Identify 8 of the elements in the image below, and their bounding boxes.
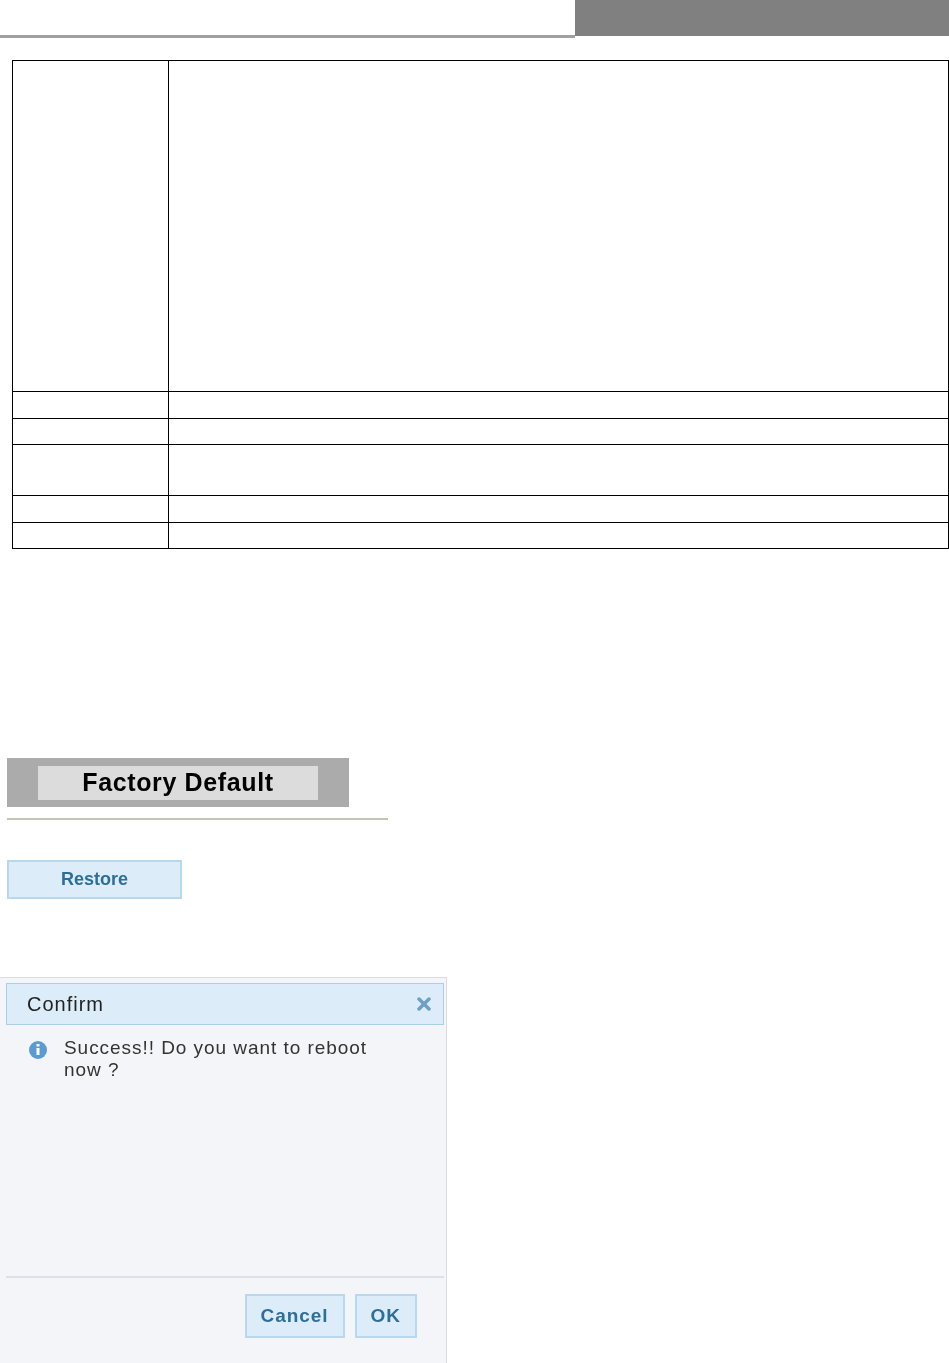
dialog-message: Success!! Do you want to reboot now ? (64, 1037, 368, 1081)
ok-button[interactable]: OK (354, 1294, 417, 1338)
dialog-title: Confirm (27, 992, 104, 1017)
info-icon (28, 1040, 48, 1060)
close-icon[interactable] (417, 997, 431, 1011)
cancel-button[interactable]: Cancel (244, 1294, 345, 1338)
section-title: Factory Default (38, 765, 318, 800)
restore-button[interactable]: Restore (7, 860, 182, 899)
